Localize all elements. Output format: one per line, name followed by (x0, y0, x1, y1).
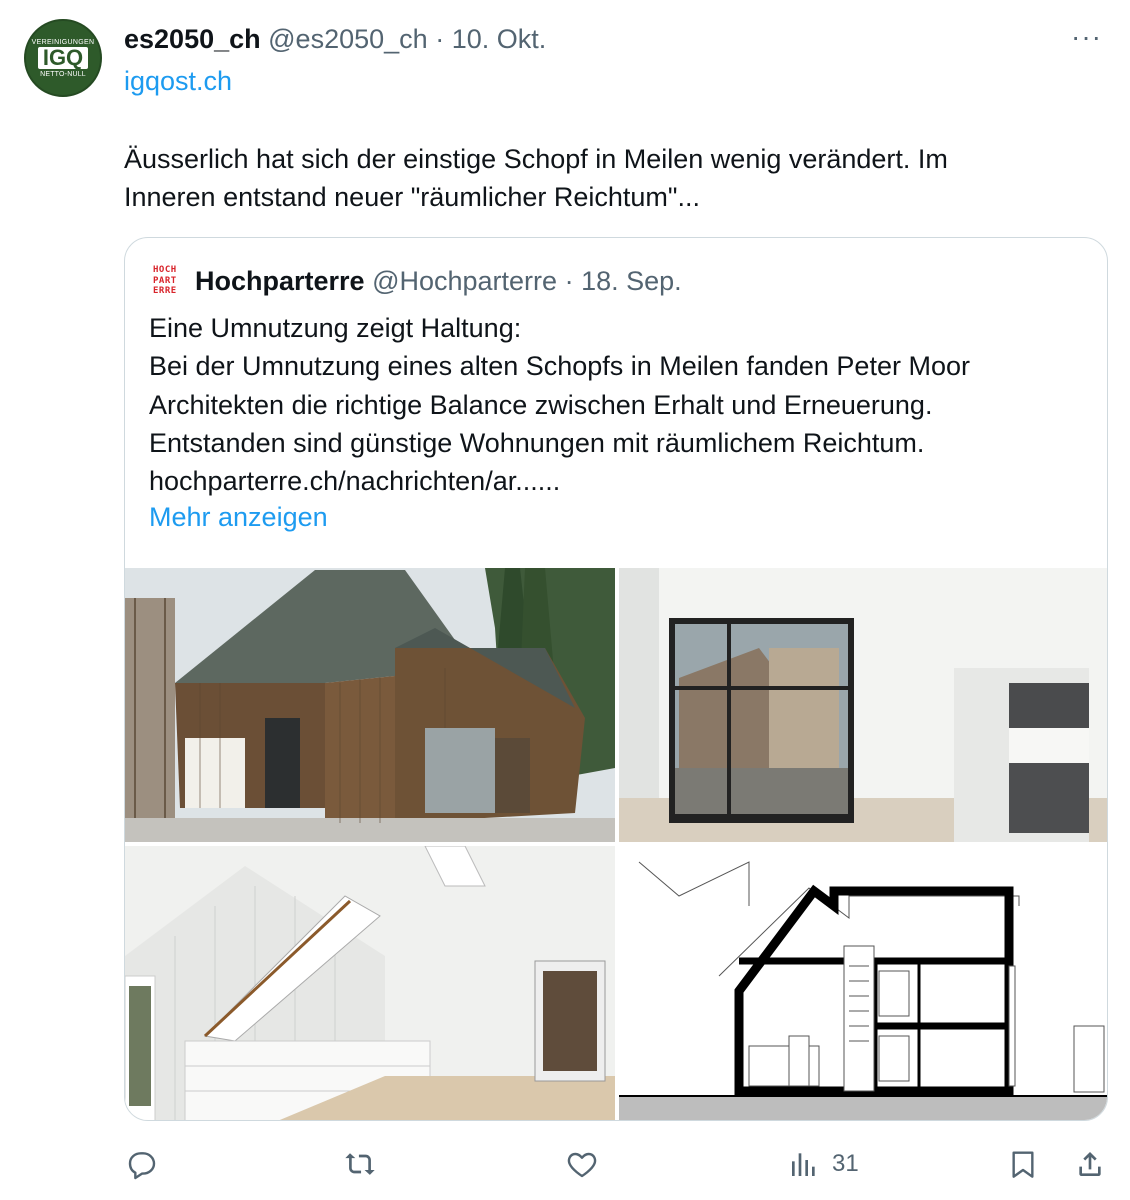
repost-icon (345, 1153, 375, 1175)
bookmark-button[interactable] (1007, 1148, 1039, 1180)
logo-line: HOCH (153, 265, 177, 275)
action-bar: 31 (0, 1140, 1130, 1190)
quoted-text: Eine Umnutzung zeigt Haltung: Bei der Um… (149, 309, 1089, 500)
quoted-text-line: Architekten die richtige Balance zwische… (149, 389, 933, 420)
author-handle[interactable]: @es2050_ch (268, 24, 428, 54)
repost-button[interactable] (344, 1148, 376, 1180)
stair-interior-photo[interactable] (125, 846, 615, 1120)
tweet-text-line: Äusserlich hat sich der einstige Schopf … (124, 144, 948, 174)
logo-line: PART (153, 275, 177, 286)
quoted-tweet[interactable]: HOCH PART ERRE Hochparterre @Hochparterr… (124, 237, 1108, 1121)
quoted-author-name[interactable]: Hochparterre (195, 266, 365, 296)
header-separator: · (435, 24, 445, 54)
tweet-date[interactable]: 10. Okt. (452, 24, 547, 54)
heart-icon (567, 1152, 597, 1178)
quoted-text-line: Bei der Umnutzung eines alten Schopfs in… (149, 351, 970, 382)
barn-exterior-photo[interactable] (125, 568, 615, 842)
quoted-date[interactable]: 18. Sep. (581, 266, 682, 296)
quoted-text-line[interactable]: hochparterre.ch/nachrichten/ar...... (149, 462, 1089, 500)
bookmark-icon (1012, 1151, 1034, 1178)
avatar[interactable]: VEREINIGUNGEN IGQ NETTO-NULL (24, 19, 102, 97)
avatar-bottom-text: NETTO-NULL (40, 70, 86, 78)
quoted-author-handle[interactable]: @Hochparterre (372, 266, 557, 296)
section-drawing[interactable] (619, 846, 1107, 1120)
logo-line: ERRE (153, 286, 177, 296)
more-options-button[interactable]: ··· (1071, 23, 1102, 51)
views-button[interactable]: 31 (788, 1148, 859, 1180)
quoted-text-line: Entstanden sind günstige Wohnungen mit r… (149, 427, 925, 458)
tweet-text-line: Inneren entstand neuer "räumlicher Reich… (124, 182, 700, 212)
author-name[interactable]: es2050_ch (124, 24, 261, 54)
reply-button[interactable] (126, 1148, 158, 1180)
views-count: 31 (832, 1150, 859, 1177)
quoted-separator: · (564, 266, 574, 296)
hochparterre-logo-icon: HOCH PART ERRE (153, 266, 183, 296)
tweet-header: es2050_ch @es2050_ch · 10. Okt. (124, 22, 546, 56)
views-icon (792, 1153, 815, 1176)
media-grid (125, 568, 1107, 1120)
tweet-link[interactable]: igqost.ch (124, 64, 232, 98)
reply-icon (128, 1152, 156, 1180)
share-icon (1079, 1152, 1101, 1176)
share-button[interactable] (1074, 1148, 1106, 1180)
like-button[interactable] (566, 1148, 598, 1180)
quoted-header: Hochparterre @Hochparterre · 18. Sep. (195, 264, 682, 298)
interior-window-photo[interactable] (619, 568, 1107, 842)
avatar-logo-text: IGQ (37, 46, 89, 69)
show-more-link[interactable]: Mehr anzeigen (149, 500, 328, 534)
tweet-text: Äusserlich hat sich der einstige Schopf … (124, 140, 1084, 216)
quoted-text-line: Eine Umnutzung zeigt Haltung: (149, 313, 522, 343)
